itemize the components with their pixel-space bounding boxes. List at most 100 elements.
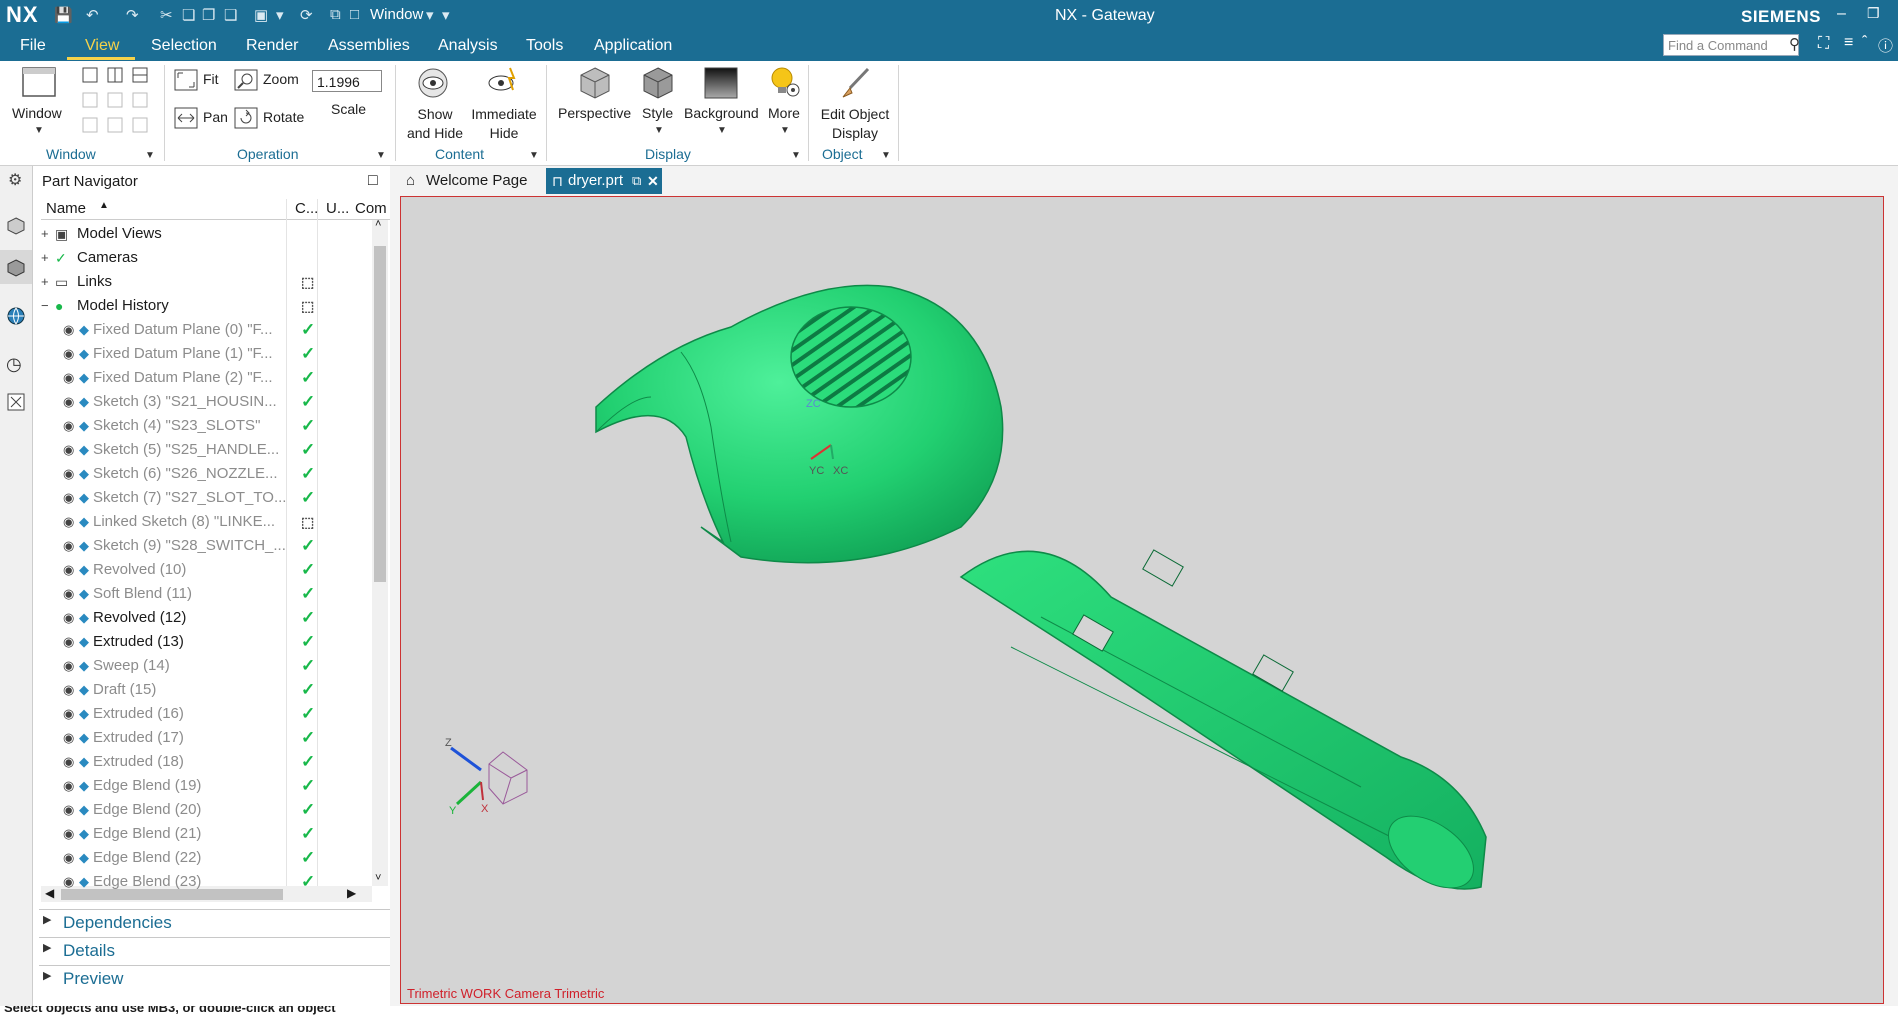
undock-icon[interactable]: ⧉ bbox=[632, 168, 641, 194]
navigator-row[interactable]: ◉ ◆ Edge Blend (21) ✓ bbox=[41, 822, 382, 846]
navigator-row[interactable]: ◉ ◆ Sketch (4) "S23_SLOTS" ✓ bbox=[41, 414, 382, 438]
customize-chevron-icon[interactable]: ▾ bbox=[442, 6, 450, 24]
column-current[interactable]: C... bbox=[295, 200, 318, 217]
expand-toggle-icon[interactable]: − bbox=[41, 294, 49, 318]
navigator-row[interactable]: ◉ ◆ Extruded (16) ✓ bbox=[41, 702, 382, 726]
navigator-row[interactable]: ◉ ◆ Fixed Datum Plane (1) "F... ✓ bbox=[41, 342, 382, 366]
copy-icon[interactable]: ❏ bbox=[182, 6, 195, 24]
part-icon[interactable]: ▣ bbox=[254, 6, 268, 24]
navigator-row[interactable]: ◉ ◆ Extruded (18) ✓ bbox=[41, 750, 382, 774]
fit-button[interactable]: Fit bbox=[174, 69, 226, 93]
redo-icon[interactable]: ↷ bbox=[126, 6, 139, 24]
menu-assemblies[interactable]: Assemblies bbox=[328, 37, 410, 55]
column-up-to-date[interactable]: U... bbox=[326, 200, 349, 217]
save-icon[interactable]: 💾 bbox=[54, 6, 73, 24]
visibility-eye-icon[interactable]: ◉ bbox=[63, 318, 74, 342]
visibility-eye-icon[interactable]: ◉ bbox=[63, 558, 74, 582]
window-button[interactable]: Window ▼ bbox=[10, 63, 66, 143]
visibility-eye-icon[interactable]: ◉ bbox=[63, 702, 74, 726]
window-icon[interactable]: □ bbox=[350, 6, 359, 23]
visibility-eye-icon[interactable]: ◉ bbox=[63, 582, 74, 606]
menu-selection[interactable]: Selection bbox=[151, 37, 217, 55]
navigator-row[interactable]: ◉ ◆ Sketch (7) "S27_SLOT_TO... ✓ bbox=[41, 486, 382, 510]
navigator-row[interactable]: ◉ ◆ Edge Blend (22) ✓ bbox=[41, 846, 382, 870]
graphics-viewport[interactable]: ZC YC XC Z Y X Trimetric WORK Camera Tri… bbox=[400, 196, 1884, 1004]
navigator-row[interactable]: ◉ ◆ Draft (15) ✓ bbox=[41, 678, 382, 702]
window-group-chevron-icon[interactable]: ▼ bbox=[145, 150, 155, 161]
object-group-chevron-icon[interactable]: ▼ bbox=[881, 150, 891, 161]
visibility-eye-icon[interactable]: ◉ bbox=[63, 606, 74, 630]
navigator-row[interactable]: ◉ ◆ Edge Blend (20) ✓ bbox=[41, 798, 382, 822]
visibility-eye-icon[interactable]: ◉ bbox=[63, 510, 74, 534]
window-menu[interactable]: Window bbox=[370, 6, 423, 23]
navigator-row[interactable]: ◉ ◆ Revolved (12) ✓ bbox=[41, 606, 382, 630]
navigator-row[interactable]: ◉ ◆ Edge Blend (23) ✓ bbox=[41, 870, 382, 894]
immediate-hide-button[interactable]: Immediate Hide bbox=[468, 63, 538, 143]
navigator-row[interactable]: ◉ ◆ Sketch (9) "S28_SWITCH_... ✓ bbox=[41, 534, 382, 558]
visibility-eye-icon[interactable]: ◉ bbox=[63, 678, 74, 702]
visibility-eye-icon[interactable]: ◉ bbox=[63, 750, 74, 774]
visibility-eye-icon[interactable]: ◉ bbox=[63, 462, 74, 486]
navigator-row[interactable]: ◉ ◆ Extruded (17) ✓ bbox=[41, 726, 382, 750]
preview-panel[interactable]: ▶ Preview bbox=[39, 965, 390, 992]
repeat-command-icon[interactable]: ⟳ bbox=[300, 6, 313, 24]
menu-file[interactable]: File bbox=[20, 37, 46, 55]
navigator-row[interactable]: ◉ ◆ Linked Sketch (8) "LINKE... ⬚ bbox=[41, 510, 382, 534]
roles-icon[interactable] bbox=[6, 392, 26, 412]
visibility-eye-icon[interactable]: ◉ bbox=[63, 774, 74, 798]
visibility-eye-icon[interactable]: ◉ bbox=[63, 366, 74, 390]
fullscreen-icon[interactable]: ⛶ bbox=[1818, 35, 1829, 53]
chevron-down-icon[interactable]: ▾ bbox=[276, 6, 284, 24]
search-icon[interactable]: ⚲ bbox=[1789, 35, 1800, 53]
edit-object-display-button[interactable]: Edit Object Display bbox=[816, 63, 892, 143]
visibility-eye-icon[interactable]: ◉ bbox=[63, 630, 74, 654]
expand-toggle-icon[interactable]: + bbox=[41, 222, 49, 246]
view-layout-grid-icon[interactable] bbox=[82, 67, 152, 139]
column-comment[interactable]: Com bbox=[355, 200, 387, 217]
navigator-row[interactable]: + ▭ Links ⬚ bbox=[41, 270, 382, 294]
visibility-eye-icon[interactable]: ◉ bbox=[63, 414, 74, 438]
menu-view[interactable]: View bbox=[85, 37, 119, 55]
navigator-row[interactable]: − ● Model History ⬚ bbox=[41, 294, 382, 318]
expand-toggle-icon[interactable]: + bbox=[41, 246, 49, 270]
history-clock-icon[interactable]: ◷ bbox=[6, 354, 22, 375]
chevron-up-icon[interactable]: ˆ bbox=[1862, 34, 1867, 52]
rotate-button[interactable]: Rotate bbox=[234, 107, 306, 131]
restore-icon[interactable]: ❐ bbox=[1867, 5, 1880, 22]
paste-icon[interactable]: ❐ bbox=[202, 6, 215, 24]
navigator-row[interactable]: ◉ ◆ Sketch (3) "S21_HOUSIN... ✓ bbox=[41, 390, 382, 414]
menu-render[interactable]: Render bbox=[246, 37, 298, 55]
navigator-row[interactable]: ◉ ◆ Sketch (6) "S26_NOZZLE... ✓ bbox=[41, 462, 382, 486]
gear-icon[interactable]: ⚙ bbox=[8, 170, 22, 190]
details-panel[interactable]: ▶ Details bbox=[39, 937, 390, 964]
navigator-row[interactable]: + ▣ Model Views bbox=[41, 222, 382, 246]
visibility-eye-icon[interactable]: ◉ bbox=[63, 798, 74, 822]
content-group-chevron-icon[interactable]: ▼ bbox=[529, 150, 539, 161]
background-button[interactable]: Background ▼ bbox=[682, 63, 760, 143]
style-button[interactable]: Style ▼ bbox=[636, 63, 680, 143]
navigator-row[interactable]: ◉ ◆ Fixed Datum Plane (0) "F... ✓ bbox=[41, 318, 382, 342]
part-navigator-icon[interactable] bbox=[6, 258, 26, 278]
more-button[interactable]: More ▼ bbox=[762, 63, 806, 143]
help-icon[interactable]: ⓘ bbox=[1878, 35, 1893, 56]
ribbon-collapse-icon[interactable]: ≡ bbox=[1844, 34, 1853, 52]
find-command-input[interactable]: Find a Command bbox=[1663, 34, 1799, 56]
scale-input[interactable]: 1.1996 bbox=[312, 70, 382, 92]
sort-ascending-icon[interactable]: ▲ bbox=[99, 200, 109, 211]
menu-analysis[interactable]: Analysis bbox=[438, 37, 498, 55]
show-and-hide-button[interactable]: Show and Hide bbox=[402, 63, 466, 143]
expand-toggle-icon[interactable]: + bbox=[41, 270, 49, 294]
minimize-icon[interactable]: – bbox=[1837, 5, 1846, 23]
navigator-row[interactable]: ◉ ◆ Sweep (14) ✓ bbox=[41, 654, 382, 678]
menu-tools[interactable]: Tools bbox=[526, 37, 563, 55]
tab-dryer-prt[interactable]: ⊓ dryer.prt ⧉ ✕ bbox=[546, 168, 662, 194]
menu-application[interactable]: Application bbox=[594, 37, 672, 55]
navigator-row[interactable]: + ✓ Cameras bbox=[41, 246, 382, 270]
visibility-eye-icon[interactable]: ◉ bbox=[63, 438, 74, 462]
dryer-model[interactable]: ZC YC XC Z Y X bbox=[401, 197, 1883, 1003]
navigator-row[interactable]: ◉ ◆ Edge Blend (19) ✓ bbox=[41, 774, 382, 798]
visibility-eye-icon[interactable]: ◉ bbox=[63, 870, 74, 894]
navigator-row[interactable]: ◉ ◆ Revolved (10) ✓ bbox=[41, 558, 382, 582]
tab-welcome-page[interactable]: ⌂ Welcome Page bbox=[400, 168, 544, 194]
visibility-eye-icon[interactable]: ◉ bbox=[63, 654, 74, 678]
